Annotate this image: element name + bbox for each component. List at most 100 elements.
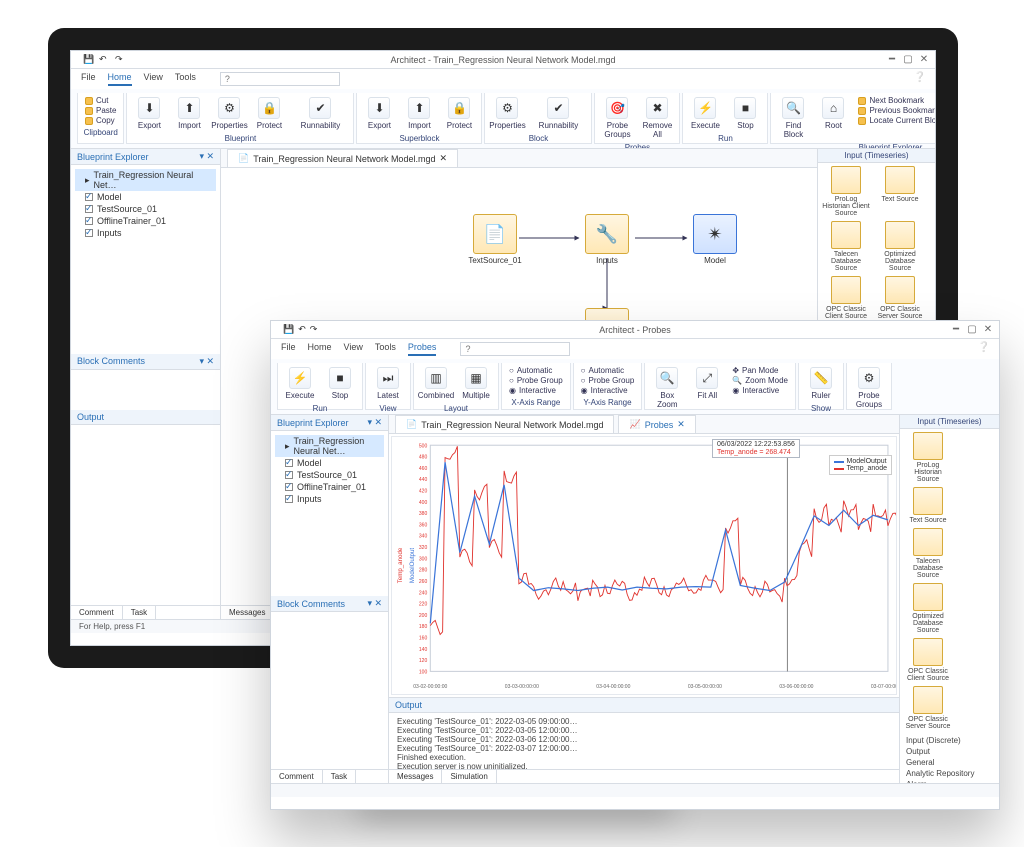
block-comments-body[interactable] xyxy=(271,612,388,769)
stop-button[interactable]: ■Stop xyxy=(727,95,763,132)
menu-file[interactable]: File xyxy=(81,72,96,86)
tree-root[interactable]: ▸ Train_Regression Neural Net… xyxy=(275,435,384,457)
remove-all-button[interactable]: ✖Remove All xyxy=(639,95,675,141)
undo-icon[interactable]: ↶ xyxy=(298,324,306,335)
save-icon[interactable]: 💾 xyxy=(283,324,294,335)
find-block-button[interactable]: 🔍Find Block xyxy=(775,95,811,141)
palette-item[interactable]: ProLog Historian Source xyxy=(903,432,953,483)
menu-tools[interactable]: Tools xyxy=(375,342,396,356)
node-model[interactable]: ✴ Model xyxy=(687,214,743,265)
import-button[interactable]: ⬆Import xyxy=(171,95,207,132)
tab-comment[interactable]: Comment xyxy=(271,770,323,783)
redo-icon[interactable]: ↷ xyxy=(115,54,127,66)
palette-category[interactable]: Analytic Repository xyxy=(906,768,993,779)
menu-probes[interactable]: Probes xyxy=(408,342,437,356)
x-automatic[interactable]: ○ Automatic xyxy=(509,366,563,375)
help-icon[interactable]: ❔ xyxy=(915,72,925,82)
block-comments-body[interactable] xyxy=(71,370,220,410)
front-output-body[interactable]: Executing 'TestSource_01': 2022-03-05 09… xyxy=(389,713,899,769)
save-icon[interactable]: 💾 xyxy=(83,54,95,66)
probes-tab[interactable]: 📈 Probes ✕ xyxy=(618,415,695,433)
node-textsource[interactable]: 📄TextSource_01 xyxy=(467,214,523,265)
close-icon[interactable]: ✕ xyxy=(983,325,993,335)
palette-item[interactable]: Optimized Database Source xyxy=(903,583,953,634)
tree-item[interactable]: TestSource_01 xyxy=(275,469,384,481)
next-bookmark[interactable]: Next Bookmark xyxy=(858,96,935,105)
palette-item[interactable]: Text Source xyxy=(875,166,925,217)
stop-button[interactable]: ■Stop xyxy=(322,365,358,402)
execute-button[interactable]: ⚡Execute xyxy=(687,95,723,132)
tree-item[interactable]: Model xyxy=(275,457,384,469)
menu-view[interactable]: View xyxy=(144,72,163,86)
tab-task[interactable]: Task xyxy=(323,770,356,783)
tree-item[interactable]: OfflineTrainer_01 xyxy=(275,481,384,493)
palette-category[interactable]: Alarm xyxy=(906,779,993,783)
maximize-icon[interactable]: ▢ xyxy=(903,55,913,65)
root-button[interactable]: ⌂Root xyxy=(815,95,851,132)
palette-item[interactable]: Text Source xyxy=(903,487,953,524)
sb-import-button[interactable]: ⬆Import xyxy=(401,95,437,132)
palette-item[interactable]: Talecen Database Source xyxy=(903,528,953,579)
document-tab[interactable]: 📄 Train_Regression Neural Network Model.… xyxy=(227,149,458,167)
box-zoom-button[interactable]: 🔍Box Zoom xyxy=(649,365,685,411)
cut-button[interactable]: Cut xyxy=(85,96,116,105)
menu-tools[interactable]: Tools xyxy=(175,72,196,86)
palette-category[interactable]: Output xyxy=(906,746,993,757)
tree-item[interactable]: TestSource_01 xyxy=(75,203,216,215)
palette-category[interactable]: Input (Discrete) xyxy=(906,735,993,746)
tab-comment[interactable]: Comment xyxy=(71,606,123,619)
tree-item[interactable]: OfflineTrainer_01 xyxy=(75,215,216,227)
front-blueprint-tree[interactable]: ▸ Train_Regression Neural Net… Model Tes… xyxy=(271,431,388,596)
runnability-button[interactable]: ✔Runnability xyxy=(291,95,349,132)
protect-button[interactable]: 🔒Protect xyxy=(251,95,287,132)
palette-item[interactable]: OPC Classic Client Source xyxy=(821,276,871,320)
tab-task[interactable]: Task xyxy=(123,606,156,619)
multiple-button[interactable]: ▦Multiple xyxy=(458,365,494,402)
menu-home[interactable]: Home xyxy=(108,72,132,86)
combined-button[interactable]: ▥Combined xyxy=(418,365,454,402)
locate-current[interactable]: Locate Current Block xyxy=(858,116,935,125)
palette-category[interactable]: General xyxy=(906,757,993,768)
probe-chart[interactable]: 5004804604404204003803603403203002802602… xyxy=(391,436,897,695)
blk-properties-button[interactable]: ⚙Properties xyxy=(489,95,525,132)
help-search[interactable] xyxy=(220,72,340,86)
tree-item[interactable]: Model xyxy=(75,191,216,203)
x-interactive[interactable]: ◉ Interactive xyxy=(509,386,563,395)
menu-home[interactable]: Home xyxy=(308,342,332,356)
palette-item[interactable]: OPC Classic Client Source xyxy=(903,638,953,682)
maximize-icon[interactable]: ▢ xyxy=(967,325,977,335)
palette-item[interactable]: Talecen Database Source xyxy=(821,221,871,272)
help-icon[interactable]: ❔ xyxy=(979,342,989,352)
palette-item[interactable]: Optimized Database Source xyxy=(875,221,925,272)
redo-icon[interactable]: ↷ xyxy=(310,324,318,335)
minimize-icon[interactable]: ━ xyxy=(951,325,961,335)
zoom-mode[interactable]: 🔍 Zoom Mode xyxy=(732,376,788,385)
properties-button[interactable]: ⚙Properties xyxy=(211,95,247,132)
undo-icon[interactable]: ↶ xyxy=(99,54,111,66)
probe-groups-button[interactable]: ⚙Probe Groups xyxy=(851,365,887,411)
close-tab-icon[interactable]: ✕ xyxy=(439,153,447,164)
palette-item[interactable]: OPC Classic Server Source xyxy=(875,276,925,320)
interactive-mode[interactable]: ◉ Interactive xyxy=(732,386,788,395)
tree-item[interactable]: Inputs xyxy=(275,493,384,505)
pan-mode[interactable]: ✥ Pan Mode xyxy=(732,366,788,375)
fit-all-button[interactable]: ⤢Fit All xyxy=(689,365,725,402)
latest-button[interactable]: ⏭Latest xyxy=(370,365,406,402)
tab-simulation[interactable]: Simulation xyxy=(442,770,496,783)
sb-export-button[interactable]: ⬇Export xyxy=(361,95,397,132)
menu-file[interactable]: File xyxy=(281,342,296,356)
probe-groups-button[interactable]: 🎯Probe Groups xyxy=(599,95,635,141)
tree-root[interactable]: ▸ Train_Regression Neural Net… xyxy=(75,169,216,191)
palette-item[interactable]: ProLog Historian Client Source xyxy=(821,166,871,217)
ruler-button[interactable]: 📏Ruler xyxy=(803,365,839,402)
y-probegroup[interactable]: ○ Probe Group xyxy=(581,376,635,385)
tree-item[interactable]: Inputs xyxy=(75,227,216,239)
minimize-icon[interactable]: ━ xyxy=(887,55,897,65)
tab-messages[interactable]: Messages xyxy=(389,770,442,783)
tab-messages[interactable]: Messages xyxy=(221,606,274,619)
sb-protect-button[interactable]: 🔒Protect xyxy=(441,95,477,132)
help-search[interactable] xyxy=(460,342,570,356)
document-tab[interactable]: 📄 Train_Regression Neural Network Model.… xyxy=(395,415,614,433)
export-button[interactable]: ⬇Export xyxy=(131,95,167,132)
paste-button[interactable]: Paste xyxy=(85,106,116,115)
